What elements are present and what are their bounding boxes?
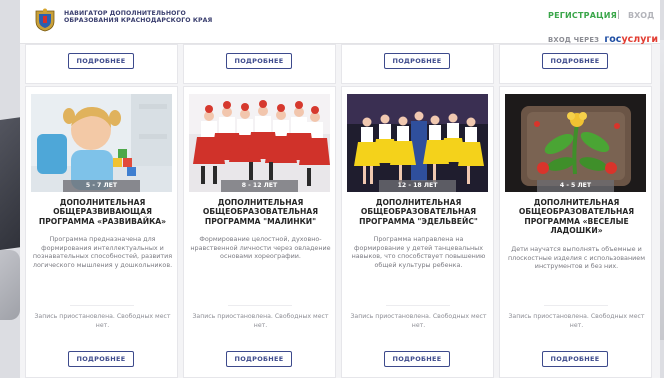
program-title[interactable]: ДОПОЛНИТЕЛЬНАЯ ОБЩЕОБРАЗОВАТЕЛЬНАЯ ПРОГР…	[348, 198, 489, 226]
enrollment-status: Запись приостановлена. Свободных мест не…	[350, 313, 487, 329]
separator: |	[617, 10, 621, 20]
more-button[interactable]: ПОДРОБНЕЕ	[226, 53, 292, 69]
program-title[interactable]: ДОПОЛНИТЕЛЬНАЯ ОБЩЕОБРАЗОВАТЕЛЬНАЯ ПРОГР…	[190, 198, 331, 226]
program-photo[interactable]	[505, 94, 646, 192]
program-card[interactable]: 4 - 5 ЛЕТ ДОПОЛНИТЕЛЬНАЯ ОБЩЕОБРАЗОВАТЕЛ…	[499, 86, 652, 378]
program-description: Дети научатся выполнять объемные и плоск…	[507, 245, 646, 271]
krasnodar-coat-of-arms-icon[interactable]	[34, 8, 56, 32]
gosuslugi-prefix: ВХОД ЧЕРЕЗ	[548, 36, 600, 44]
divider	[386, 305, 450, 306]
age-badge: 12 - 18 ЛЕТ	[379, 180, 456, 192]
program-photo[interactable]	[189, 94, 330, 192]
program-title[interactable]: ДОПОЛНИТЕЛЬНАЯ ОБЩЕРАЗВИВАЮЩАЯ ПРОГРАММА…	[32, 198, 173, 226]
program-title[interactable]: ДОПОЛНИТЕЛЬНАЯ ОБЩЕОБРАЗОВАТЕЛЬНАЯ ПРОГР…	[506, 198, 647, 235]
enrollment-status: Запись приостановлена. Свободных мест не…	[192, 313, 329, 329]
background-decoration	[0, 250, 20, 320]
enrollment-status: Запись приостановлена. Свободных мест не…	[508, 313, 645, 329]
program-card-previous: ПОДРОБНЕЕ	[341, 44, 494, 84]
enrollment-status: Запись приостановлена. Свободных мест не…	[34, 313, 171, 329]
program-card-previous: ПОДРОБНЕЕ	[183, 44, 336, 84]
divider	[70, 305, 134, 306]
program-description: Формирование целостной, духовно-нравстве…	[190, 235, 331, 261]
program-description: Программа направлена на формирование у д…	[351, 235, 486, 269]
divider	[544, 305, 608, 306]
age-badge: 5 - 7 ЛЕТ	[63, 180, 140, 192]
program-card-previous: ПОДРОБНЕЕ	[499, 44, 652, 84]
more-button[interactable]: ПОДРОБНЕЕ	[226, 351, 292, 367]
age-badge: 4 - 5 ЛЕТ	[537, 180, 614, 192]
program-description: Программа предназначена для формирования…	[32, 235, 173, 269]
age-badge: 8 - 12 ЛЕТ	[221, 180, 298, 192]
more-button[interactable]: ПОДРОБНЕЕ	[68, 53, 134, 69]
program-photo[interactable]	[31, 94, 172, 192]
site-header: НАВИГАТОР ДОПОЛНИТЕЛЬНОГО ОБРАЗОВАНИЯ КР…	[20, 0, 660, 45]
more-button[interactable]: ПОДРОБНЕЕ	[384, 351, 450, 367]
site-title[interactable]: НАВИГАТОР ДОПОЛНИТЕЛЬНОГО ОБРАЗОВАНИЯ КР…	[64, 10, 224, 25]
more-button[interactable]: ПОДРОБНЕЕ	[384, 53, 450, 69]
browser-page: НАВИГАТОР ДОПОЛНИТЕЛЬНОГО ОБРАЗОВАНИЯ КР…	[20, 0, 660, 378]
more-button[interactable]: ПОДРОБНЕЕ	[542, 53, 608, 69]
login-link[interactable]: ВХОД	[628, 11, 654, 20]
more-button[interactable]: ПОДРОБНЕЕ	[542, 351, 608, 367]
divider	[228, 305, 292, 306]
more-button[interactable]: ПОДРОБНЕЕ	[68, 351, 134, 367]
program-photo[interactable]	[347, 94, 488, 192]
register-link[interactable]: РЕГИСТРАЦИЯ	[548, 11, 617, 20]
program-card[interactable]: 5 - 7 ЛЕТ ДОПОЛНИТЕЛЬНАЯ ОБЩЕРАЗВИВАЮЩАЯ…	[25, 86, 178, 378]
program-card[interactable]: 8 - 12 ЛЕТ ДОПОЛНИТЕЛЬНАЯ ОБЩЕОБРАЗОВАТЕ…	[183, 86, 336, 378]
program-card[interactable]: 12 - 18 ЛЕТ ДОПОЛНИТЕЛЬНАЯ ОБЩЕОБРАЗОВАТ…	[341, 86, 494, 378]
program-card-previous: ПОДРОБНЕЕ	[25, 44, 178, 84]
